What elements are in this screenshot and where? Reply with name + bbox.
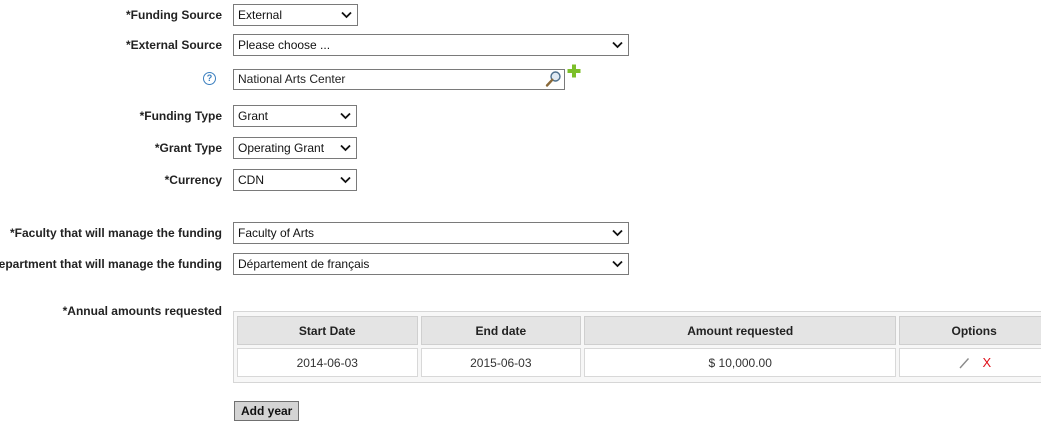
department-label: Department that will manage the funding xyxy=(0,257,222,271)
table-row: 2014-06-03 2015-06-03 $ 10,000.00 X xyxy=(237,348,1041,377)
column-header-options: Options xyxy=(899,316,1041,345)
chevron-down-icon xyxy=(610,254,624,274)
column-header-amount: Amount requested xyxy=(584,316,897,345)
options-cell: X xyxy=(899,348,1041,377)
amount-cell: $ 10,000.00 xyxy=(584,348,897,377)
chevron-down-icon xyxy=(610,35,624,55)
column-header-end-date: End date xyxy=(420,316,582,345)
funding-source-label: *Funding Source xyxy=(126,8,222,22)
annual-amounts-table: Start Date End date Amount requested Opt… xyxy=(233,311,1041,383)
delete-x-icon[interactable]: X xyxy=(982,355,991,370)
pencil-icon[interactable] xyxy=(957,356,971,370)
funding-type-label: *Funding Type xyxy=(139,109,222,123)
add-year-button[interactable]: Add year xyxy=(234,401,300,421)
chevron-down-icon xyxy=(338,138,352,158)
annual-amounts-label: *Annual amounts requested xyxy=(62,304,222,318)
start-date-cell: 2014-06-03 xyxy=(237,348,418,377)
funding-source-select[interactable]: External xyxy=(233,4,358,26)
magnifier-icon[interactable] xyxy=(545,70,563,88)
external-source-select[interactable]: Please choose ... xyxy=(233,34,629,56)
faculty-label: *Faculty that will manage the funding xyxy=(9,226,222,240)
faculty-value: Faculty of Arts xyxy=(238,226,315,240)
department-select[interactable]: Département de français xyxy=(233,253,629,275)
organization-lookup-value: National Arts Center xyxy=(238,72,346,86)
department-value: Département de français xyxy=(238,257,370,271)
grant-type-label: *Grant Type xyxy=(154,141,222,155)
chevron-down-icon xyxy=(338,170,352,190)
currency-select[interactable]: CDN xyxy=(233,169,357,191)
organization-lookup-input[interactable]: National Arts Center xyxy=(233,69,565,90)
chevron-down-icon xyxy=(338,106,352,126)
external-source-label: *External Source xyxy=(125,38,222,52)
table-header-row: Start Date End date Amount requested Opt… xyxy=(237,316,1041,345)
plus-icon[interactable] xyxy=(567,64,581,78)
faculty-select[interactable]: Faculty of Arts xyxy=(233,222,629,244)
external-source-value: Please choose ... xyxy=(238,38,331,52)
grant-type-select[interactable]: Operating Grant xyxy=(233,137,357,159)
help-icon[interactable]: ? xyxy=(203,72,216,85)
column-header-start-date: Start Date xyxy=(237,316,418,345)
chevron-down-icon xyxy=(610,223,624,243)
end-date-cell: 2015-06-03 xyxy=(420,348,582,377)
chevron-down-icon xyxy=(339,5,353,25)
funding-type-select[interactable]: Grant xyxy=(233,105,357,127)
currency-label: *Currency xyxy=(164,173,222,187)
